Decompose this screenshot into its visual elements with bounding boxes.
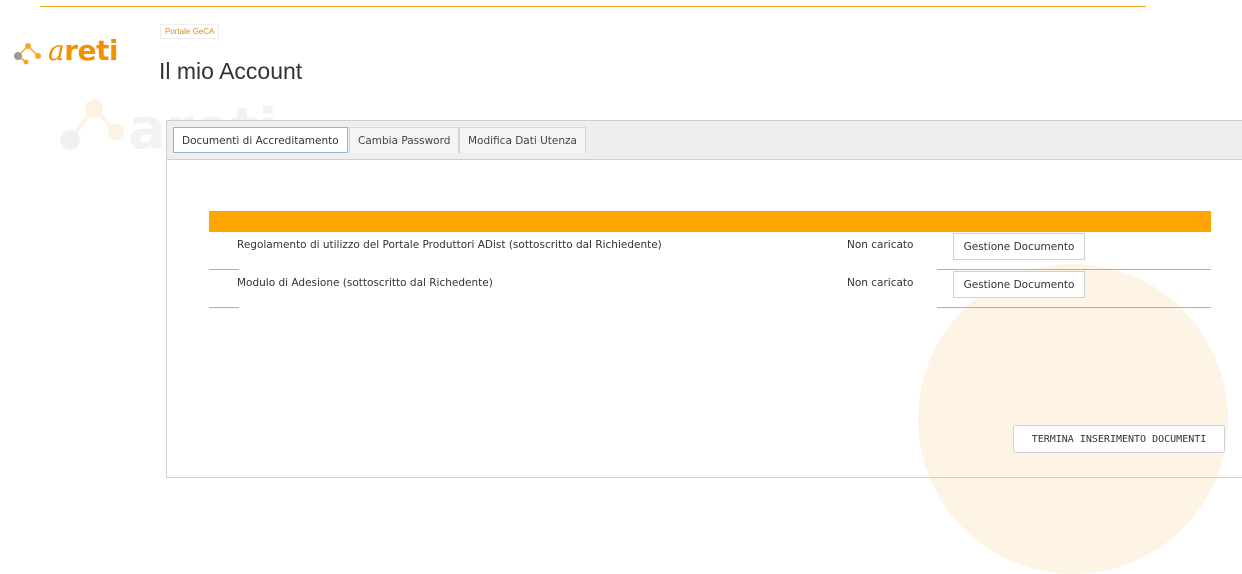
row-divider (937, 269, 1211, 270)
gestione-documento-button[interactable]: Gestione Documento (953, 233, 1085, 260)
row-divider (209, 307, 239, 308)
page-title: Il mio Account (159, 58, 303, 84)
gestione-documento-button[interactable]: Gestione Documento (953, 271, 1085, 298)
document-status: Non caricato (847, 277, 914, 289)
logo-wordmark: areti (48, 34, 118, 67)
top-divider (40, 6, 1146, 7)
account-panel: Documenti di Accreditamento Cambia Passw… (166, 120, 1242, 478)
tab-documenti-accreditamento[interactable]: Documenti di Accreditamento (173, 127, 348, 153)
tab-modifica-dati-utenza[interactable]: Modifica Dati Utenza (459, 127, 586, 153)
tab-bar: Documenti di Accreditamento Cambia Passw… (167, 121, 1242, 160)
document-name: Modulo di Adesione (sottoscritto dal Ric… (237, 277, 493, 289)
document-row: Modulo di Adesione (sottoscritto dal Ric… (209, 271, 1211, 308)
termina-inserimento-button[interactable]: TERMINA INSERIMENTO DOCUMENTI (1013, 425, 1225, 453)
documents-header-bar (209, 211, 1211, 232)
molecule-logo-icon (14, 43, 41, 65)
breadcrumb[interactable]: Portale GeCA (160, 24, 220, 39)
row-divider (209, 269, 239, 270)
document-row: Regolamento di utilizzo del Portale Prod… (209, 233, 1211, 270)
document-name: Regolamento di utilizzo del Portale Prod… (237, 239, 662, 251)
tab-cambia-password[interactable]: Cambia Password (349, 127, 460, 153)
row-divider (937, 307, 1211, 308)
document-status: Non caricato (847, 239, 914, 251)
